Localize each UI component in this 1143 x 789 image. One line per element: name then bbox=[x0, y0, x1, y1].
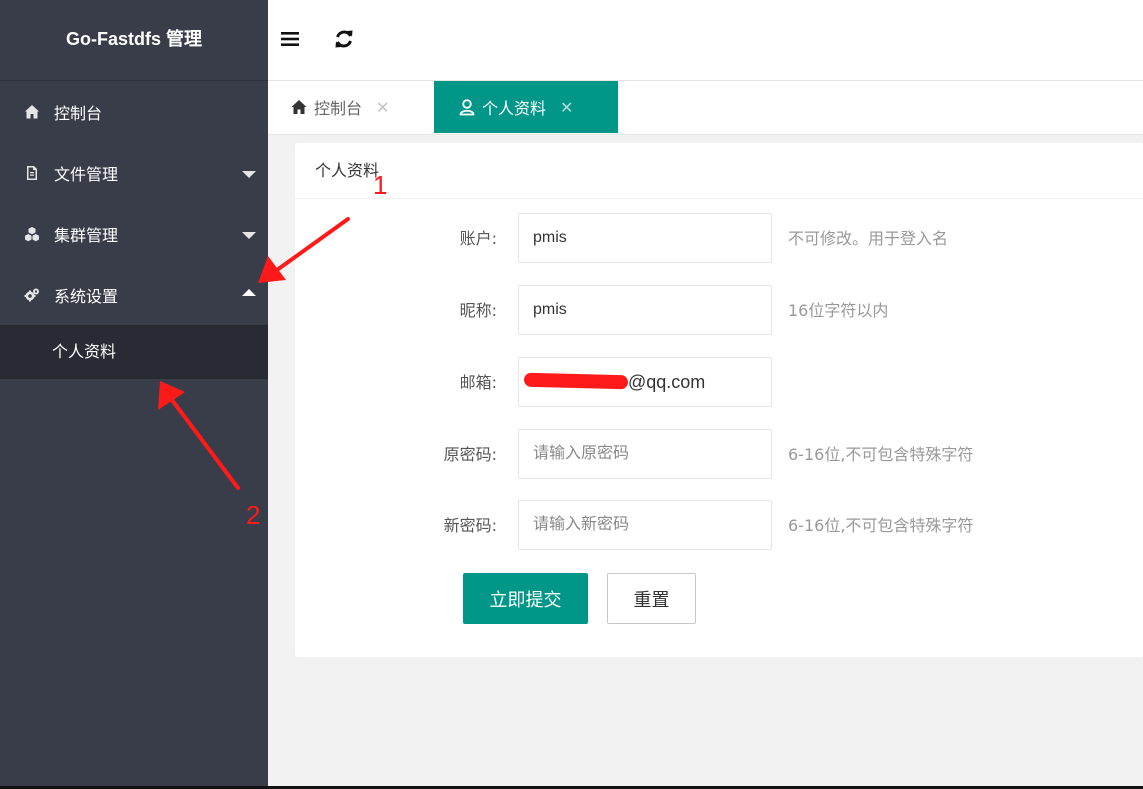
cogs-icon bbox=[24, 287, 40, 303]
app-logo-title: Go-Fastdfs 管理 bbox=[0, 0, 268, 81]
form-row-account: 账户: 不可修改。用于登入名 bbox=[295, 213, 1143, 265]
form-row-old-password: 原密码: 6-16位,不可包含特殊字符 bbox=[295, 429, 1143, 481]
caret-down-icon bbox=[242, 171, 256, 178]
sidebar-item-dashboard[interactable]: 控制台 bbox=[0, 81, 268, 142]
redaction-mark bbox=[523, 372, 629, 390]
sidebar-subitem-profile[interactable]: 个人资料 bbox=[0, 325, 268, 379]
profile-card: 个人资料 账户: 不可修改。用于登入名 昵称: 16位字符以内 邮箱: @qq.… bbox=[295, 143, 1143, 657]
sidebar-item-file-management[interactable]: 文件管理 bbox=[0, 142, 268, 203]
tab-dashboard[interactable]: 控制台 ✕ bbox=[268, 81, 434, 133]
account-hint: 不可修改。用于登入名 bbox=[788, 229, 949, 248]
sidebar-item-label: 控制台 bbox=[54, 103, 103, 123]
top-header bbox=[268, 0, 1143, 81]
form-row-new-password: 新密码: 6-16位,不可包含特殊字符 bbox=[295, 500, 1143, 552]
sidebar-item-label: 文件管理 bbox=[54, 164, 119, 184]
sidebar-item-system-settings[interactable]: 系统设置 bbox=[0, 264, 268, 325]
caret-up-icon bbox=[242, 289, 256, 296]
home-icon bbox=[24, 104, 40, 120]
email-value: @qq.com bbox=[628, 372, 706, 392]
tab-label: 控制台 bbox=[314, 99, 363, 118]
email-label: 邮箱: bbox=[459, 373, 497, 392]
nickname-input[interactable] bbox=[518, 285, 772, 335]
old-password-label: 原密码: bbox=[443, 445, 497, 464]
file-icon bbox=[24, 165, 40, 181]
reset-button[interactable]: 重置 bbox=[607, 573, 696, 624]
home-icon bbox=[290, 98, 308, 116]
tab-bar: 控制台 ✕ 个人资料 ✕ bbox=[268, 81, 1143, 135]
card-title: 个人资料 bbox=[295, 143, 1143, 199]
tab-profile[interactable]: 个人资料 ✕ bbox=[434, 81, 618, 133]
nickname-label: 昵称: bbox=[459, 301, 497, 320]
cubes-icon bbox=[24, 226, 40, 242]
refresh-icon[interactable] bbox=[333, 28, 355, 50]
nickname-hint: 16位字符以内 bbox=[788, 301, 889, 320]
hamburger-icon[interactable] bbox=[279, 28, 301, 50]
sidebar-item-label: 集群管理 bbox=[54, 225, 119, 245]
new-password-hint: 6-16位,不可包含特殊字符 bbox=[788, 516, 974, 535]
sidebar: Go-Fastdfs 管理 控制台 文件管理 集群管理 系统设置 个人资料 bbox=[0, 0, 268, 789]
close-icon[interactable]: ✕ bbox=[376, 98, 389, 117]
account-label: 账户: bbox=[459, 229, 497, 248]
new-password-input[interactable] bbox=[518, 500, 772, 550]
annotation-label-2: 2 bbox=[246, 500, 261, 530]
sidebar-item-cluster-management[interactable]: 集群管理 bbox=[0, 203, 268, 264]
caret-down-icon bbox=[242, 232, 256, 239]
form-row-email: 邮箱: @qq.com bbox=[295, 357, 1143, 409]
old-password-input[interactable] bbox=[518, 429, 772, 479]
form-row-nickname: 昵称: 16位字符以内 bbox=[295, 285, 1143, 337]
old-password-hint: 6-16位,不可包含特殊字符 bbox=[788, 445, 974, 464]
tab-label: 个人资料 bbox=[482, 99, 547, 118]
sidebar-item-label: 系统设置 bbox=[54, 286, 119, 306]
account-input[interactable] bbox=[518, 213, 772, 263]
submit-button[interactable]: 立即提交 bbox=[463, 573, 588, 624]
user-icon bbox=[458, 98, 476, 116]
close-icon[interactable]: ✕ bbox=[560, 98, 573, 117]
annotation-label-1: 1 bbox=[373, 170, 388, 200]
new-password-label: 新密码: bbox=[443, 516, 497, 535]
